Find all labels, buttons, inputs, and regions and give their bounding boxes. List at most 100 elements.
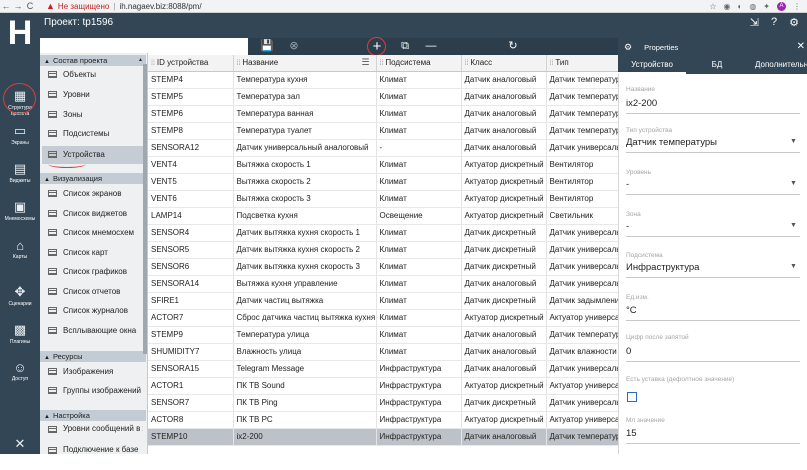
table-cell[interactable]: Влажность улица [233, 343, 377, 361]
table-cell[interactable]: - [376, 139, 462, 157]
tree-section-settings[interactable]: ▲ Настройка [40, 410, 146, 421]
name-field[interactable]: ix2-200 [626, 98, 657, 109]
table-cell[interactable]: Датчик температуры [546, 428, 618, 446]
drag-handle-icon[interactable]: ⁞⁞ [380, 60, 384, 67]
table-row[interactable]: SENSOR7 ПК ТВ Ping Инфраструктура Датчик ди… [148, 394, 618, 412]
decimals-field[interactable]: 0 [626, 346, 631, 357]
tree-item[interactable]: Подсистемы [42, 125, 143, 143]
table-cell[interactable]: Климат [376, 258, 462, 276]
nav-screens[interactable]: ▭ Экраны [0, 119, 40, 157]
table-cell[interactable]: Температура ванная [233, 105, 377, 123]
table-cell[interactable]: Датчик аналоговый [461, 326, 547, 344]
device-type-select[interactable]: Датчик температуры [626, 137, 717, 148]
table-cell[interactable]: Температура улица [233, 326, 377, 344]
table-cell[interactable]: Сброс датчика частиц вытяжка кухня [233, 309, 377, 327]
table-cell[interactable]: Датчик универсальный [546, 360, 618, 378]
table-cell[interactable]: STEMP6 [148, 105, 234, 123]
tree-item[interactable]: Уровни [42, 86, 143, 104]
tab-device[interactable]: Устройство [618, 56, 686, 74]
not-secure-label[interactable]: Не защищено [58, 2, 109, 11]
tree-item[interactable]: Всплывающие окна [42, 322, 143, 340]
nav-tools[interactable]: ✕ [0, 432, 40, 470]
column-header-id[interactable]: ⁞⁞ ID устройства [148, 55, 234, 72]
table-row[interactable]: SENSOR4 Датчик вытяжка кухня скорость 1 Кл… [148, 224, 618, 242]
nav-scenarios[interactable]: ✥ Сценарии [0, 280, 40, 318]
table-cell[interactable]: STEMP10 [148, 428, 234, 446]
table-row[interactable]: LAMP14 Подсветка кухня Освещение Актуатор д… [148, 207, 618, 225]
table-cell[interactable]: Климат [376, 173, 462, 191]
chevron-down-icon[interactable]: ▼ [790, 263, 797, 270]
table-cell[interactable]: VENT6 [148, 190, 234, 208]
table-cell[interactable]: Инфраструктура [376, 394, 462, 412]
table-cell[interactable]: Вытяжка скорость 3 [233, 190, 377, 208]
table-cell[interactable]: Датчик аналоговый [461, 343, 547, 361]
table-cell[interactable]: SENSORA12 [148, 139, 234, 157]
nav-plugins[interactable]: ▩ Плагины [0, 318, 40, 356]
table-row[interactable]: SENSORA12 Датчик универсальный аналоговый… [148, 139, 618, 157]
unit-field[interactable]: °C [626, 305, 637, 316]
nav-access[interactable]: ☺ Доступ [0, 356, 40, 394]
table-row[interactable]: SFIRE1 Датчик частиц вытяжка Климат Датчик … [148, 292, 618, 310]
table-cell[interactable]: SENSOR6 [148, 258, 234, 276]
drag-handle-icon[interactable]: ⁞⁞ [151, 60, 155, 67]
table-cell[interactable]: Температура кухня [233, 71, 377, 89]
table-cell[interactable]: Инфраструктура [376, 360, 462, 378]
extension-icon[interactable]: ◉ [723, 2, 730, 11]
table-cell[interactable]: ПК ТВ PC [233, 411, 377, 429]
table-cell[interactable]: Датчик универсальный аналоговый [233, 139, 377, 157]
table-cell[interactable]: Датчик аналоговый [461, 88, 547, 106]
table-cell[interactable]: Датчик температуры [546, 326, 618, 344]
table-cell[interactable]: VENT5 [148, 173, 234, 191]
table-cell[interactable]: ПК ТВ Ping [233, 394, 377, 412]
table-cell[interactable]: SENSOR7 [148, 394, 234, 412]
table-cell[interactable]: Актуатор дискретный [461, 411, 547, 429]
table-cell[interactable]: Климат [376, 326, 462, 344]
table-cell[interactable]: Датчик дискретный [461, 224, 547, 242]
table-cell[interactable]: Климат [376, 105, 462, 123]
table-cell[interactable]: SENSORA15 [148, 360, 234, 378]
table-cell[interactable]: Датчик температуры [546, 88, 618, 106]
table-row[interactable]: ACTOR8 ПК ТВ PC Инфраструктура Актуатор дис… [148, 411, 618, 429]
table-cell[interactable]: Климат [376, 309, 462, 327]
table-cell[interactable]: ПК ТВ Sound [233, 377, 377, 395]
tree-item[interactable]: Изображения [42, 363, 143, 381]
table-cell[interactable]: Инфраструктура [376, 377, 462, 395]
table-cell[interactable]: Датчик аналоговый [461, 105, 547, 123]
table-row[interactable]: VENT5 Вытяжка скорость 2 Климат Актуатор ди… [148, 173, 618, 191]
table-cell[interactable]: Датчик универсальный [546, 224, 618, 242]
column-header-subsystem[interactable]: ⁞⁞ Подсистема [376, 55, 462, 72]
table-cell[interactable]: Датчик температуры [546, 122, 618, 140]
tree-item[interactable]: Список графиков [42, 263, 143, 281]
tree-section-visualization[interactable]: ▲ Визуализация [40, 173, 146, 184]
table-cell[interactable]: Климат [376, 156, 462, 174]
table-cell[interactable]: Датчик частиц вытяжка [233, 292, 377, 310]
table-cell[interactable]: SENSOR5 [148, 241, 234, 259]
tree-section-resources[interactable]: ▲ Ресурсы [40, 351, 146, 362]
table-cell[interactable]: SHUMIDITY7 [148, 343, 234, 361]
table-cell[interactable]: ACTOR1 [148, 377, 234, 395]
level-select[interactable]: - [626, 179, 629, 190]
table-cell[interactable]: Датчик температуры [546, 71, 618, 89]
table-cell[interactable]: Климат [376, 71, 462, 89]
table-cell[interactable]: Климат [376, 122, 462, 140]
tree-item[interactable]: Список экранов [42, 185, 143, 203]
filter-icon[interactable]: ☰ [361, 57, 369, 68]
table-row[interactable]: SENSORA15 Telegram Message Инфраструктура Д… [148, 360, 618, 378]
table-cell[interactable]: Актуатор дискретный [461, 156, 547, 174]
table-cell[interactable]: STEMP4 [148, 71, 234, 89]
table-cell[interactable]: Датчик дискретный [461, 292, 547, 310]
copy-icon[interactable]: ⧉ [397, 38, 413, 55]
tree-item[interactable]: Список мнемосхем [42, 224, 143, 242]
chevron-down-icon[interactable]: ▼ [790, 180, 797, 187]
table-cell[interactable]: Актуатор дискретный [461, 190, 547, 208]
table-cell[interactable]: Климат [376, 241, 462, 259]
forward-icon[interactable]: → [12, 1, 24, 11]
tree-item[interactable]: Объекты [42, 66, 143, 84]
table-cell[interactable]: Датчик универсальный [546, 394, 618, 412]
menu-kebab-icon[interactable]: ⋮ [793, 2, 801, 11]
extension-icon[interactable]: ◐ [737, 2, 742, 11]
table-row[interactable]: STEMP8 Температура туалет Климат Датчик ана… [148, 122, 618, 140]
table-row[interactable]: SENSOR6 Датчик вытяжка кухня скорость 3 Кл… [148, 258, 618, 276]
drag-handle-icon[interactable]: ⁞⁞ [465, 60, 469, 67]
table-cell[interactable]: ix2-200 [233, 428, 377, 446]
